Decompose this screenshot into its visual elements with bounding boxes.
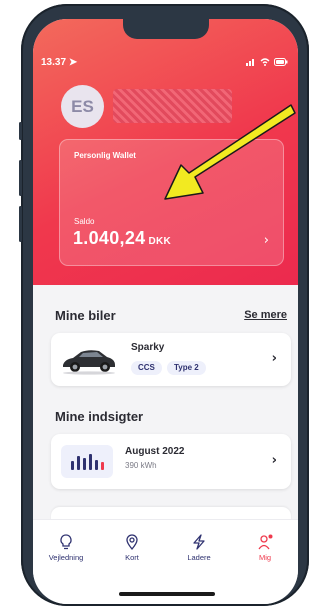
tab-mig[interactable]: Mig xyxy=(232,534,298,562)
status-bar: 13.37 ➤ xyxy=(33,57,298,71)
status-time: 13.37 ➤ xyxy=(41,57,78,68)
lightbulb-icon xyxy=(60,534,72,550)
chevron-right-icon: › xyxy=(271,453,277,468)
cars-section-title: Mine biler xyxy=(55,308,116,323)
tab-label: Mig xyxy=(258,553,272,562)
tab-ladere[interactable]: Ladere xyxy=(166,534,232,562)
avatar[interactable]: ES xyxy=(61,85,104,128)
tab-label: Kort xyxy=(125,553,139,562)
saldo-label: Saldo xyxy=(74,217,95,226)
status-icons xyxy=(246,58,288,66)
connector-tag-type2: Type 2 xyxy=(167,361,206,375)
chevron-right-icon: › xyxy=(263,233,269,248)
tab-vejledning[interactable]: Vejledning xyxy=(33,534,99,562)
avatar-initials: ES xyxy=(71,96,94,116)
lightning-icon xyxy=(193,534,205,550)
side-button xyxy=(19,160,22,196)
profile-icon xyxy=(258,534,273,550)
location-arrow-icon: ➤ xyxy=(68,57,78,68)
map-pin-icon xyxy=(126,534,138,550)
tab-kort[interactable]: Kort xyxy=(99,534,165,562)
insight-chart-thumb xyxy=(61,445,113,478)
notch xyxy=(123,19,209,39)
saldo-amount: 1.040,24 DKK xyxy=(73,228,172,248)
car-image xyxy=(63,350,115,375)
car-card[interactable]: Sparky CCS Type 2 › xyxy=(51,333,291,386)
see-more-link[interactable]: Se mere xyxy=(244,309,287,321)
insight-card[interactable]: August 2022 390 kWh › xyxy=(51,434,291,489)
chevron-right-icon: › xyxy=(271,351,277,366)
bar-chart-icon xyxy=(71,454,104,470)
wallet-title: Personlig Wallet xyxy=(74,151,136,160)
annotation-arrow-icon xyxy=(164,104,296,200)
home-indicator xyxy=(119,592,215,596)
battery-icon xyxy=(274,58,288,66)
tab-label: Vejledning xyxy=(48,553,84,562)
side-button xyxy=(19,206,22,242)
signal-icon xyxy=(246,59,254,66)
currency-label: DKK xyxy=(148,236,172,247)
wifi-icon xyxy=(260,58,270,66)
app-screen: 13.37 ➤ ES Personlig Wallet Saldo 1.040,… xyxy=(33,19,298,604)
profile-header: 13.37 ➤ ES Personlig Wallet Saldo 1.040,… xyxy=(33,19,298,285)
tab-bar: Vejledning Kort Ladere Mig xyxy=(33,519,298,604)
tab-label: Ladere xyxy=(187,553,211,562)
car-name: Sparky xyxy=(131,342,165,353)
connector-tag-ccs: CCS xyxy=(131,361,162,375)
insight-subtitle: 390 kWh xyxy=(125,461,157,470)
insights-section-title: Mine indsigter xyxy=(55,409,144,424)
side-button xyxy=(19,122,22,140)
insight-title: August 2022 xyxy=(125,446,185,457)
